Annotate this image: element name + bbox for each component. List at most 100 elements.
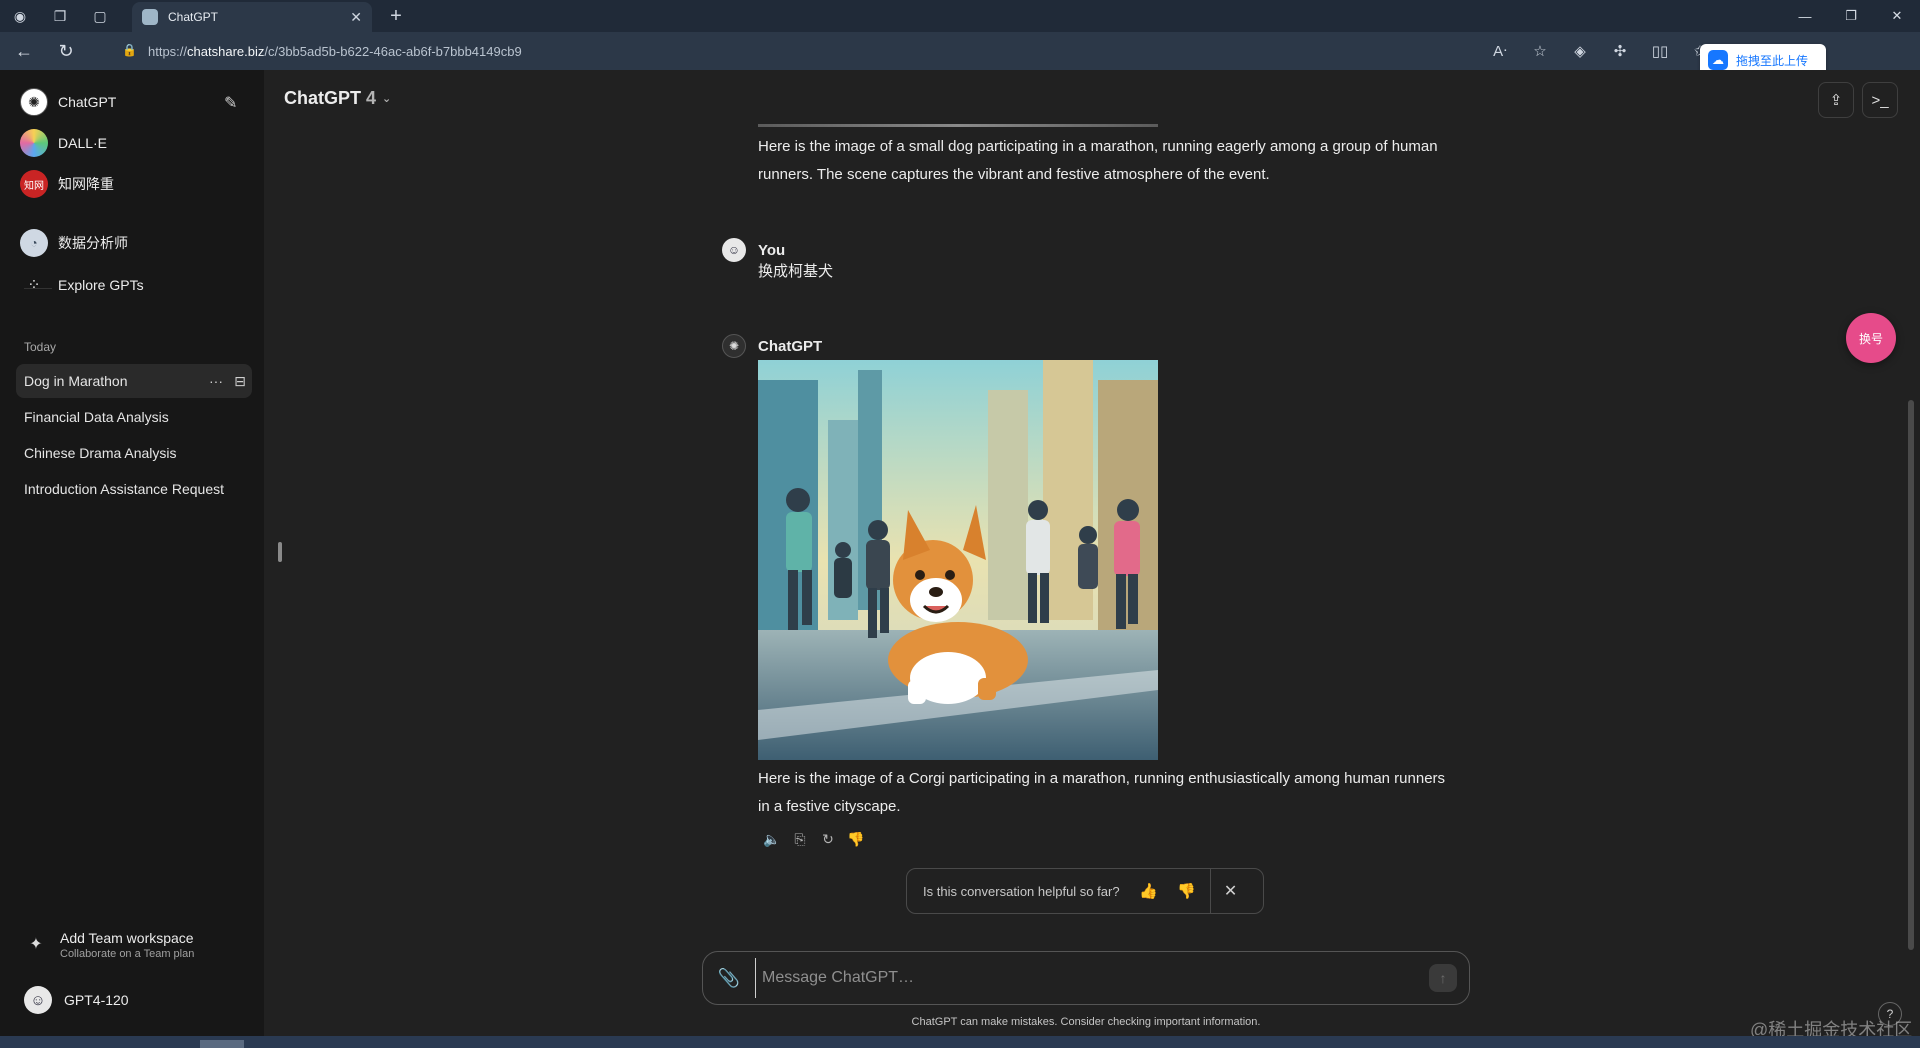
restore-icon[interactable]: ❐ <box>1828 0 1874 32</box>
chatgpt-favicon-icon <box>142 9 158 25</box>
window-controls: — ❐ ✕ <box>1782 0 1920 32</box>
history-item-introduction-assistance[interactable]: Introduction Assistance Request <box>16 472 252 506</box>
send-arrow-icon[interactable]: ↑ <box>1429 964 1457 992</box>
attach-paperclip-icon[interactable]: 📎 <box>703 968 755 989</box>
share-icon[interactable]: ⇪ <box>1818 82 1854 118</box>
horizontal-scroll-thumb[interactable] <box>200 1040 244 1048</box>
user-avatar-icon: ☺ <box>722 238 746 262</box>
message-input[interactable] <box>755 958 1429 998</box>
sidebar-item-zhiwang[interactable]: 知网 知网降重 <box>20 170 114 198</box>
feedback-question: Is this conversation helpful so far? <box>923 883 1120 899</box>
conversation-feedback-bar: Is this conversation helpful so far? 👍 👎… <box>906 868 1264 914</box>
close-icon[interactable]: ✕ <box>1211 881 1251 901</box>
extensions-icon[interactable]: ✣ <box>1600 42 1640 60</box>
history-item-label: Financial Data Analysis <box>24 409 169 425</box>
history-section-today: Today <box>24 340 57 354</box>
team-subtitle: Collaborate on a Team plan <box>60 948 195 960</box>
history-item-label: Chinese Drama Analysis <box>24 445 177 461</box>
corgi-marathon-illustration <box>758 360 1158 760</box>
data-analyst-icon: ◔ <box>20 229 48 257</box>
thumbs-down-icon[interactable]: 👎 <box>842 828 870 850</box>
new-chat-edit-icon[interactable]: ✎ <box>224 93 237 113</box>
model-selector[interactable]: ChatGPT 4 ⌄ <box>284 88 391 109</box>
user-name: GPT4-120 <box>64 992 129 1008</box>
sidebar-resize-handle[interactable] <box>278 542 282 562</box>
add-team-workspace-button[interactable]: ✦ Add Team workspace Collaborate on a Te… <box>22 930 194 960</box>
more-options-icon[interactable]: ··· <box>204 373 228 389</box>
model-name: ChatGPT <box>284 88 362 108</box>
history-item-label: Introduction Assistance Request <box>24 481 225 497</box>
disclaimer-text: ChatGPT can make mistakes. Consider chec… <box>911 1016 1261 1028</box>
terminal-icon[interactable]: >_ <box>1862 82 1898 118</box>
avatar: ☺ <box>24 986 52 1014</box>
sidebar-item-data-analyst[interactable]: ◔ 数据分析师 <box>20 229 128 257</box>
history-item-chinese-drama-analysis[interactable]: Chinese Drama Analysis <box>16 436 252 470</box>
favorite-star-icon[interactable]: ☆ <box>1520 42 1560 60</box>
sidebar-item-label: ChatGPT <box>58 94 117 110</box>
sidebar-item-label: DALL·E <box>58 135 108 151</box>
scrollbar[interactable] <box>1908 400 1914 950</box>
browser-tab-chatgpt[interactable]: ChatGPT ✕ <box>132 2 372 32</box>
extension-badge-icon[interactable]: ◈ <box>1560 42 1600 60</box>
tab-actions-icon[interactable]: ▢ <box>80 0 120 32</box>
dalle-icon <box>20 129 48 157</box>
chat-main: ChatGPT 4 ⌄ ⇪ >_ Here is the image of a … <box>264 70 1920 1036</box>
split-screen-icon[interactable]: ▯▯ <box>1640 42 1680 60</box>
upload-label: 拖拽至此上传 <box>1736 53 1809 68</box>
thumbs-down-icon[interactable]: 👎 <box>1168 882 1206 900</box>
copy-icon[interactable]: ⎘ <box>786 828 814 850</box>
history-item-financial-data-analysis[interactable]: Financial Data Analysis <box>16 400 252 434</box>
workspaces-icon[interactable]: ❐ <box>40 0 80 32</box>
address-bar-row: ← ↻ 🔒 https://chatshare.biz/c/3bb5ad5b-b… <box>0 32 1920 70</box>
minimize-icon[interactable]: — <box>1782 0 1828 32</box>
author-name-user: You <box>758 241 786 259</box>
history-item-dog-in-marathon[interactable]: Dog in Marathon ··· ⊟ <box>16 364 252 398</box>
thumbs-up-icon[interactable]: 👍 <box>1130 882 1168 900</box>
assistant-message-header: ✺ ChatGPT <box>722 334 822 358</box>
read-aloud-icon[interactable]: Aᐧ <box>1480 42 1520 60</box>
refresh-icon[interactable]: ↻ <box>48 35 84 67</box>
lock-icon: 🔒 <box>122 43 137 57</box>
url-field[interactable]: 🔒 https://chatshare.biz/c/3bb5ad5b-b622-… <box>108 35 1548 67</box>
assistant-message-previous: Here is the image of a small dog partici… <box>758 138 1438 183</box>
sidebar-item-dalle[interactable]: DALL·E <box>20 129 107 157</box>
chatgpt-logo-icon: ✺ <box>20 88 48 116</box>
previous-image-bottom-edge <box>758 124 1158 127</box>
history-item-label: Dog in Marathon <box>24 373 128 389</box>
assistant-message-latest: Here is the image of a Corgi participati… <box>758 770 1446 815</box>
cloud-upload-icon: ☁ <box>1708 50 1728 70</box>
browser-profile-icon[interactable]: ◉ <box>0 0 40 32</box>
url-domain: chatshare.biz <box>187 43 265 59</box>
message-composer: 📎 ↑ <box>702 951 1470 1005</box>
chevron-down-icon: ⌄ <box>382 93 392 105</box>
url-path: /c/3bb5ad5b-b622-46ac-ab6f-b7bbb4149cb9 <box>264 43 522 59</box>
back-icon[interactable]: ← <box>6 35 42 67</box>
model-version: 4 <box>366 88 377 108</box>
regenerate-icon[interactable]: ↻ <box>814 828 842 850</box>
team-title: Add Team workspace <box>60 930 194 946</box>
read-aloud-speaker-icon[interactable]: 🔈 <box>758 828 786 850</box>
grid-icon: ⁘ <box>27 277 41 294</box>
user-menu-button[interactable]: ☺ GPT4-120 <box>24 986 129 1014</box>
archive-icon[interactable]: ⊟ <box>228 373 252 390</box>
author-name-assistant: ChatGPT <box>758 337 823 355</box>
sidebar-item-explore-gpts[interactable]: ⁘ Explore GPTs <box>20 271 144 299</box>
sidebar: ✺ ChatGPT ✎ DALL·E 知网 知网降重 ◔ 数据分析师 ⁘ Exp… <box>0 70 264 1036</box>
new-tab-button[interactable]: + <box>380 0 412 32</box>
sidebar-item-label: 知网降重 <box>58 176 114 192</box>
close-tab-icon[interactable]: ✕ <box>350 9 362 26</box>
swap-account-button[interactable]: 换号 <box>1846 313 1896 363</box>
close-window-icon[interactable]: ✕ <box>1874 0 1920 32</box>
taskbar-edge <box>0 1036 1920 1048</box>
url-prefix: https:// <box>148 43 188 59</box>
sidebar-item-label: 数据分析师 <box>58 235 128 251</box>
sidebar-item-chatgpt[interactable]: ✺ ChatGPT <box>20 88 116 116</box>
sidebar-item-label: Explore GPTs <box>58 277 144 293</box>
user-message-header: ☺ You <box>722 238 785 262</box>
browser-tab-title: ChatGPT <box>168 10 219 24</box>
message-actions: 🔈 ⎘ ↻ 👎 <box>758 828 870 850</box>
user-message: 换成柯基犬 <box>758 263 834 280</box>
sparkle-icon: ✦ <box>29 936 43 953</box>
zhiwang-icon: 知网 <box>20 170 48 198</box>
generated-corgi-marathon-image[interactable] <box>758 360 1158 760</box>
